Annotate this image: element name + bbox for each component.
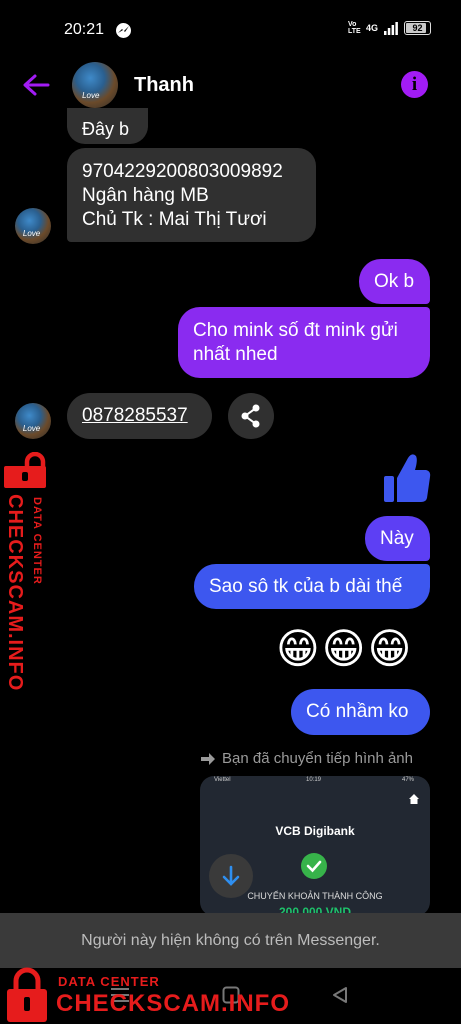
message-text: Có nhầm ko	[306, 701, 409, 722]
info-icon[interactable]: i	[401, 71, 428, 98]
lock-icon	[4, 452, 46, 488]
check-icon	[301, 853, 327, 879]
forwarded-note: Bạn đã chuyển tiếp hình ảnh	[200, 750, 413, 767]
sender-avatar[interactable]: Love	[15, 208, 51, 244]
message-text: Đây b	[82, 119, 130, 139]
chat-header: Love Thanh i	[0, 60, 461, 115]
forwarded-note-text: Bạn đã chuyển tiếp hình ảnh	[222, 750, 413, 767]
avatar-caption: Love	[22, 228, 41, 238]
status-bar: 20:21 Vo LTE 4G 92	[0, 0, 461, 60]
bank-name-text: Ngân hàng MB	[82, 185, 209, 206]
watermark-big-text: CHECKSCAM.INFO	[4, 494, 26, 692]
status-time: 20:21	[64, 21, 105, 38]
emoji-message[interactable]: 😁😁😁	[276, 623, 413, 675]
message-text: Sao sô tk của b dài thế	[209, 576, 403, 597]
thumbs-up-icon[interactable]	[382, 452, 432, 504]
share-button[interactable]	[228, 393, 274, 439]
battery-icon: 92	[404, 21, 431, 35]
unavailable-notice: Người này hiện không có trên Messenger.	[0, 913, 461, 968]
watermark-small-text: DATA CENTER	[58, 974, 160, 989]
image-app-title: VCB Digibank	[275, 824, 355, 838]
message-bubble-ok[interactable]: Ok b	[359, 259, 430, 304]
share-icon	[241, 404, 260, 428]
sender-avatar[interactable]: Love	[15, 403, 51, 439]
download-arrow-icon	[222, 865, 240, 886]
account-number-text: 9704229200803009892	[82, 161, 283, 182]
watermark-big-text: CHECKSCAM.INFO	[56, 990, 290, 1017]
image-battery: 47%	[401, 777, 414, 783]
network-type: 4G	[365, 23, 378, 33]
phone-number-link[interactable]: 0878285537	[82, 405, 188, 426]
message-bubble-phone[interactable]: 0878285537	[67, 393, 212, 439]
contact-name[interactable]: Thanh	[134, 74, 194, 97]
image-carrier: Viettel	[214, 777, 231, 783]
lock-icon	[7, 967, 47, 1022]
message-text: Cho mink số đt mink gửi nhất nhed	[193, 320, 398, 365]
unavailable-text: Người này hiện không có trên Messenger.	[81, 932, 380, 949]
battery-percent: 92	[412, 23, 423, 33]
watermark-vertical: DATA CENTER CHECKSCAM.INFO	[0, 452, 50, 691]
signal-icon	[384, 21, 398, 35]
home-icon	[409, 794, 419, 804]
message-bubble-co-nham[interactable]: Có nhầm ko	[291, 689, 430, 735]
image-time: 10:19	[306, 777, 322, 783]
message-bubble-ask-phone[interactable]: Cho mink số đt mink gửi nhất nhed	[178, 307, 430, 378]
message-bubble-bank-details[interactable]: 9704229200803009892 Ngân hàng MB Chủ Tk …	[67, 148, 316, 242]
account-holder-text: Chủ Tk : Mai Thị Tươi	[82, 209, 267, 230]
volte-label: Vo LTE	[347, 21, 361, 35]
download-button[interactable]	[209, 854, 253, 898]
message-bubble-sao-so-tk[interactable]: Sao sô tk của b dài thế	[194, 564, 430, 609]
watermark-bottom: DATA CENTER CHECKSCAM.INFO	[0, 966, 290, 1024]
avatar-caption: Love	[22, 423, 41, 433]
messenger-notification-icon	[116, 23, 131, 38]
contact-avatar[interactable]: Love	[72, 62, 118, 108]
message-text: Này	[380, 528, 414, 549]
back-arrow-icon[interactable]	[22, 73, 50, 97]
message-text: Ok b	[374, 271, 415, 292]
message-bubble-nay[interactable]: Này	[365, 516, 430, 561]
watermark-small-text: DATA CENTER	[31, 497, 43, 585]
back-triangle-icon[interactable]	[332, 986, 348, 1004]
avatar-caption: Love	[82, 90, 100, 100]
forward-arrow-icon	[201, 752, 215, 765]
message-bubble-partial[interactable]: Đây b	[67, 108, 148, 144]
